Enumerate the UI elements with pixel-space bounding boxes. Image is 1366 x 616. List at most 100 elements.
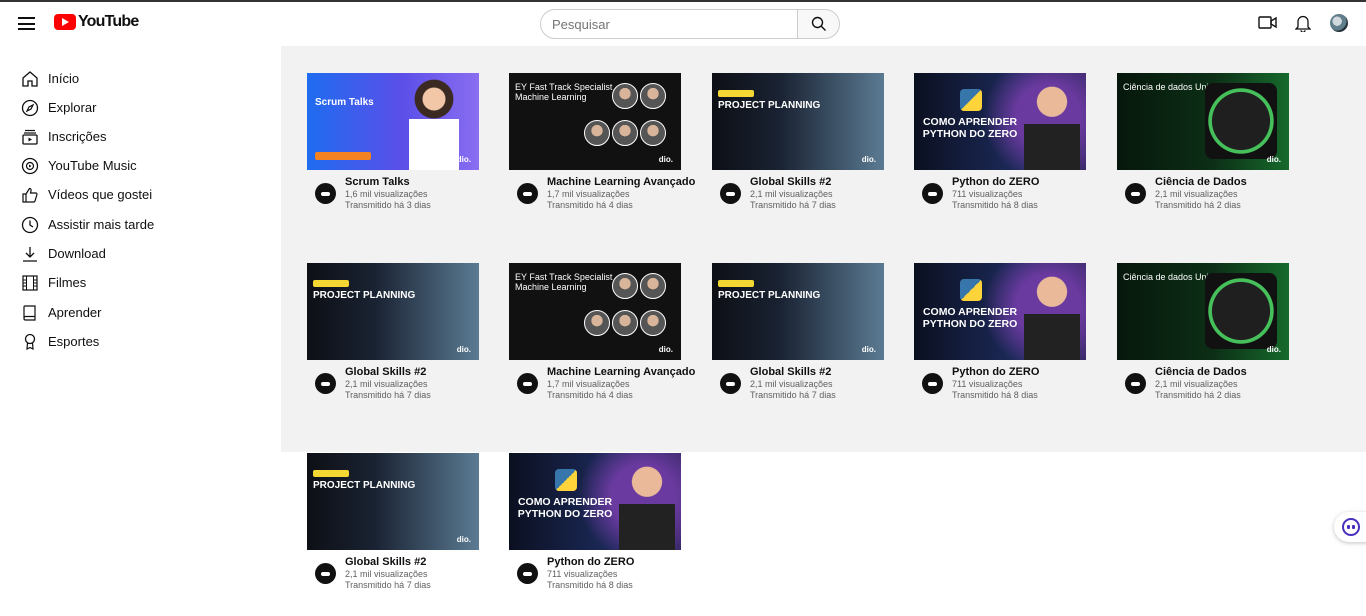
subscriptions-icon <box>22 129 38 145</box>
sidebar-item-download[interactable]: Download <box>20 239 270 268</box>
thumbnail-text: Scrum Talks <box>315 97 374 108</box>
video-thumbnail[interactable]: PROJECT PLANNING dio. <box>307 263 479 360</box>
channel-logo: dio. <box>456 345 471 354</box>
channel-avatar[interactable] <box>517 183 538 204</box>
video-card[interactable]: COMO APRENDER PYTHON DO ZERO Python do Z… <box>914 263 1094 413</box>
film-icon <box>22 274 38 291</box>
sidebar-item-inscricoes[interactable]: Inscrições <box>20 122 270 151</box>
search-input[interactable] <box>540 9 797 39</box>
channel-avatar[interactable] <box>517 563 538 584</box>
sidebar-item-label: Explorar <box>48 100 97 115</box>
video-card[interactable]: EY Fast Track Specialist Machine Learnin… <box>509 73 695 223</box>
sidebar-item-filmes[interactable]: Filmes <box>20 268 270 297</box>
sidebar-item-esportes[interactable]: Esportes <box>20 327 270 356</box>
sidebar-item-explorar[interactable]: Explorar <box>20 93 270 122</box>
bell-icon[interactable] <box>1295 14 1311 32</box>
video-thumbnail[interactable]: PROJECT PLANNING dio. <box>712 73 884 170</box>
video-title[interactable]: Python do ZERO <box>952 366 1039 378</box>
thumbnail-person <box>1024 269 1080 360</box>
video-card[interactable]: PROJECT PLANNING dio. Global Skills #2 2… <box>307 453 487 603</box>
sidebar-item-videos-que-gostei[interactable]: Vídeos que gostei <box>20 180 270 209</box>
video-card[interactable]: PROJECT PLANNING dio. Global Skills #2 2… <box>712 263 892 413</box>
video-title[interactable]: Global Skills #2 <box>345 556 426 568</box>
channel-logo: dio. <box>658 345 673 354</box>
thumbnail-face <box>640 310 666 336</box>
video-views: 2,1 mil visualizações <box>1155 379 1238 389</box>
video-title[interactable]: Global Skills #2 <box>750 366 831 378</box>
channel-avatar[interactable] <box>315 373 336 394</box>
thumbnail-face <box>612 273 638 299</box>
download-icon <box>23 246 37 262</box>
video-title[interactable]: Machine Learning Avançado <box>547 176 695 188</box>
python-logo-icon <box>555 469 577 491</box>
thumbnail-text: PROJECT PLANNING <box>718 290 821 301</box>
video-thumbnail[interactable]: EY Fast Track Specialist Machine Learnin… <box>509 263 681 360</box>
sidebar-item-label: YouTube Music <box>48 158 137 173</box>
video-card[interactable]: PROJECT PLANNING dio. Global Skills #2 2… <box>307 263 487 413</box>
sidebar-item-inicio[interactable]: Início <box>20 64 270 93</box>
channel-logo: dio. <box>861 155 876 164</box>
thumbnail-text: COMO APRENDER PYTHON DO ZERO <box>517 496 613 520</box>
video-title[interactable]: Scrum Talks <box>345 176 410 188</box>
video-thumbnail[interactable]: PROJECT PLANNING dio. <box>307 453 479 550</box>
user-avatar[interactable] <box>1330 14 1348 32</box>
channel-avatar[interactable] <box>720 373 741 394</box>
video-age: Transmitido há 4 dias <box>547 390 633 400</box>
top-bar: YouTube <box>0 2 1366 46</box>
video-title[interactable]: Ciência de Dados <box>1155 176 1247 188</box>
thumbnail-face <box>640 120 666 146</box>
youtube-logo[interactable]: YouTube <box>54 13 139 31</box>
search-button[interactable] <box>797 9 840 39</box>
video-age: Transmitido há 8 dias <box>952 200 1038 210</box>
video-title[interactable]: Python do ZERO <box>547 556 634 568</box>
python-logo-icon <box>960 279 982 301</box>
video-card[interactable]: EY Fast Track Specialist Machine Learnin… <box>509 263 695 413</box>
channel-avatar[interactable] <box>1125 183 1146 204</box>
channel-logo: dio. <box>658 155 673 164</box>
video-card[interactable]: Ciência de dados Unimed - BH dio. Ciênci… <box>1117 263 1297 413</box>
channel-avatar[interactable] <box>922 373 943 394</box>
channel-avatar[interactable] <box>922 183 943 204</box>
channel-avatar[interactable] <box>517 373 538 394</box>
sidebar-item-label: Filmes <box>48 275 87 290</box>
sidebar-item-aprender[interactable]: Aprender <box>20 298 270 327</box>
video-thumbnail[interactable]: Ciência de dados Unimed - BH dio. <box>1117 263 1289 360</box>
thumbnail-text: COMO APRENDER PYTHON DO ZERO <box>922 116 1018 140</box>
channel-avatar[interactable] <box>315 183 336 204</box>
create-video-icon[interactable] <box>1258 14 1277 31</box>
channel-avatar[interactable] <box>315 563 336 584</box>
thumbnail-face <box>584 310 610 336</box>
compass-icon <box>21 99 39 116</box>
video-title[interactable]: Ciência de Dados <box>1155 366 1247 378</box>
menu-icon[interactable] <box>18 17 35 30</box>
sidebar-item-youtube-music[interactable]: YouTube Music <box>20 151 270 180</box>
clock-icon <box>21 216 39 233</box>
channel-avatar[interactable] <box>720 183 741 204</box>
video-thumbnail[interactable]: PROJECT PLANNING dio. <box>712 263 884 360</box>
thumbnail-text: PROJECT PLANNING <box>313 290 416 301</box>
thumbnail-badge <box>718 90 754 97</box>
video-card[interactable]: COMO APRENDER PYTHON DO ZERO Python do Z… <box>914 73 1094 223</box>
thumbnail-seal <box>1205 273 1277 349</box>
video-views: 1,7 mil visualizações <box>547 189 630 199</box>
video-views: 711 visualizações <box>547 569 618 579</box>
video-thumbnail[interactable]: EY Fast Track Specialist Machine Learnin… <box>509 73 681 170</box>
video-thumbnail[interactable]: Scrum Talks dio. <box>307 73 479 170</box>
sidebar-item-label: Assistir mais tarde <box>48 217 155 232</box>
sidebar-item-assistir-mais-tarde[interactable]: Assistir mais tarde <box>20 210 270 239</box>
video-thumbnail[interactable]: COMO APRENDER PYTHON DO ZERO <box>914 73 1086 170</box>
video-title[interactable]: Python do ZERO <box>952 176 1039 188</box>
video-card[interactable]: PROJECT PLANNING dio. Global Skills #2 2… <box>712 73 892 223</box>
video-title[interactable]: Global Skills #2 <box>345 366 426 378</box>
video-age: Transmitido há 3 dias <box>345 200 431 210</box>
video-thumbnail[interactable]: Ciência de dados Unimed - BH dio. <box>1117 73 1289 170</box>
video-card[interactable]: Scrum Talks dio. Scrum Talks 1,6 mil vis… <box>307 73 487 223</box>
channel-avatar[interactable] <box>1125 373 1146 394</box>
video-thumbnail[interactable]: COMO APRENDER PYTHON DO ZERO <box>509 453 681 550</box>
video-title[interactable]: Global Skills #2 <box>750 176 831 188</box>
assistant-icon[interactable] <box>1334 512 1366 542</box>
video-thumbnail[interactable]: COMO APRENDER PYTHON DO ZERO <box>914 263 1086 360</box>
video-card[interactable]: COMO APRENDER PYTHON DO ZERO Python do Z… <box>509 453 689 603</box>
video-card[interactable]: Ciência de dados Unimed - BH dio. Ciênci… <box>1117 73 1297 223</box>
video-title[interactable]: Machine Learning Avançado <box>547 366 695 378</box>
